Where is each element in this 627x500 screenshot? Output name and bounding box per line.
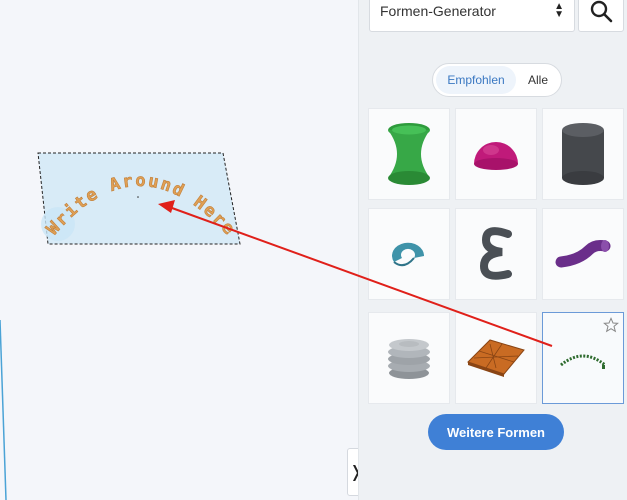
screw-thread-icon	[388, 339, 430, 379]
curved-tube-icon	[555, 240, 611, 268]
shape-tile-text-arc[interactable]	[542, 312, 624, 404]
shape-tile-letter-e[interactable]	[455, 208, 537, 300]
shape-tile-tile-plate[interactable]	[455, 312, 537, 404]
shape-filter-toggle: Empfohlen Alle	[432, 63, 562, 97]
shape-tile-curved-tube[interactable]	[542, 208, 624, 300]
shape-tile-cylinder[interactable]	[542, 108, 624, 200]
favorite-star-icon[interactable]	[603, 317, 619, 338]
shape-tile-screw-thread[interactable]	[368, 312, 450, 404]
search-button[interactable]	[578, 0, 624, 32]
shape-generator-select[interactable]: Formen-Generator ▲ ▼	[369, 0, 575, 32]
shape-tile-hyperboloid[interactable]	[368, 108, 450, 200]
workplane-edge	[0, 320, 7, 500]
shape-tile-hemisphere[interactable]	[455, 108, 537, 200]
tab-empfohlen[interactable]: Empfohlen	[436, 66, 516, 94]
select-arrows-icon: ▲ ▼	[554, 1, 564, 20]
tab-alle[interactable]: Alle	[520, 66, 556, 94]
hyperboloid-icon	[388, 123, 430, 185]
text-shape-drawing: Write Around Here	[37, 152, 241, 245]
more-shapes-button[interactable]: Weitere Formen	[428, 414, 564, 450]
tile-plate-icon	[467, 339, 525, 377]
letter-e-icon	[479, 227, 512, 280]
workplane[interactable]: Write Around Here ❭	[0, 0, 365, 500]
cylinder-icon	[562, 123, 604, 185]
shape-generator-select-label: Formen-Generator	[380, 3, 496, 19]
selected-text-shape[interactable]: Write Around Here	[36, 152, 242, 246]
shape-tile-torus-piece[interactable]	[368, 208, 450, 300]
hemisphere-icon	[474, 142, 518, 170]
search-icon	[590, 0, 613, 23]
text-arc-icon	[560, 354, 606, 369]
torus-piece-icon	[392, 242, 425, 267]
shapes-panel: Formen-Generator ▲ ▼ Empfohlen Alle Weit…	[358, 0, 627, 500]
